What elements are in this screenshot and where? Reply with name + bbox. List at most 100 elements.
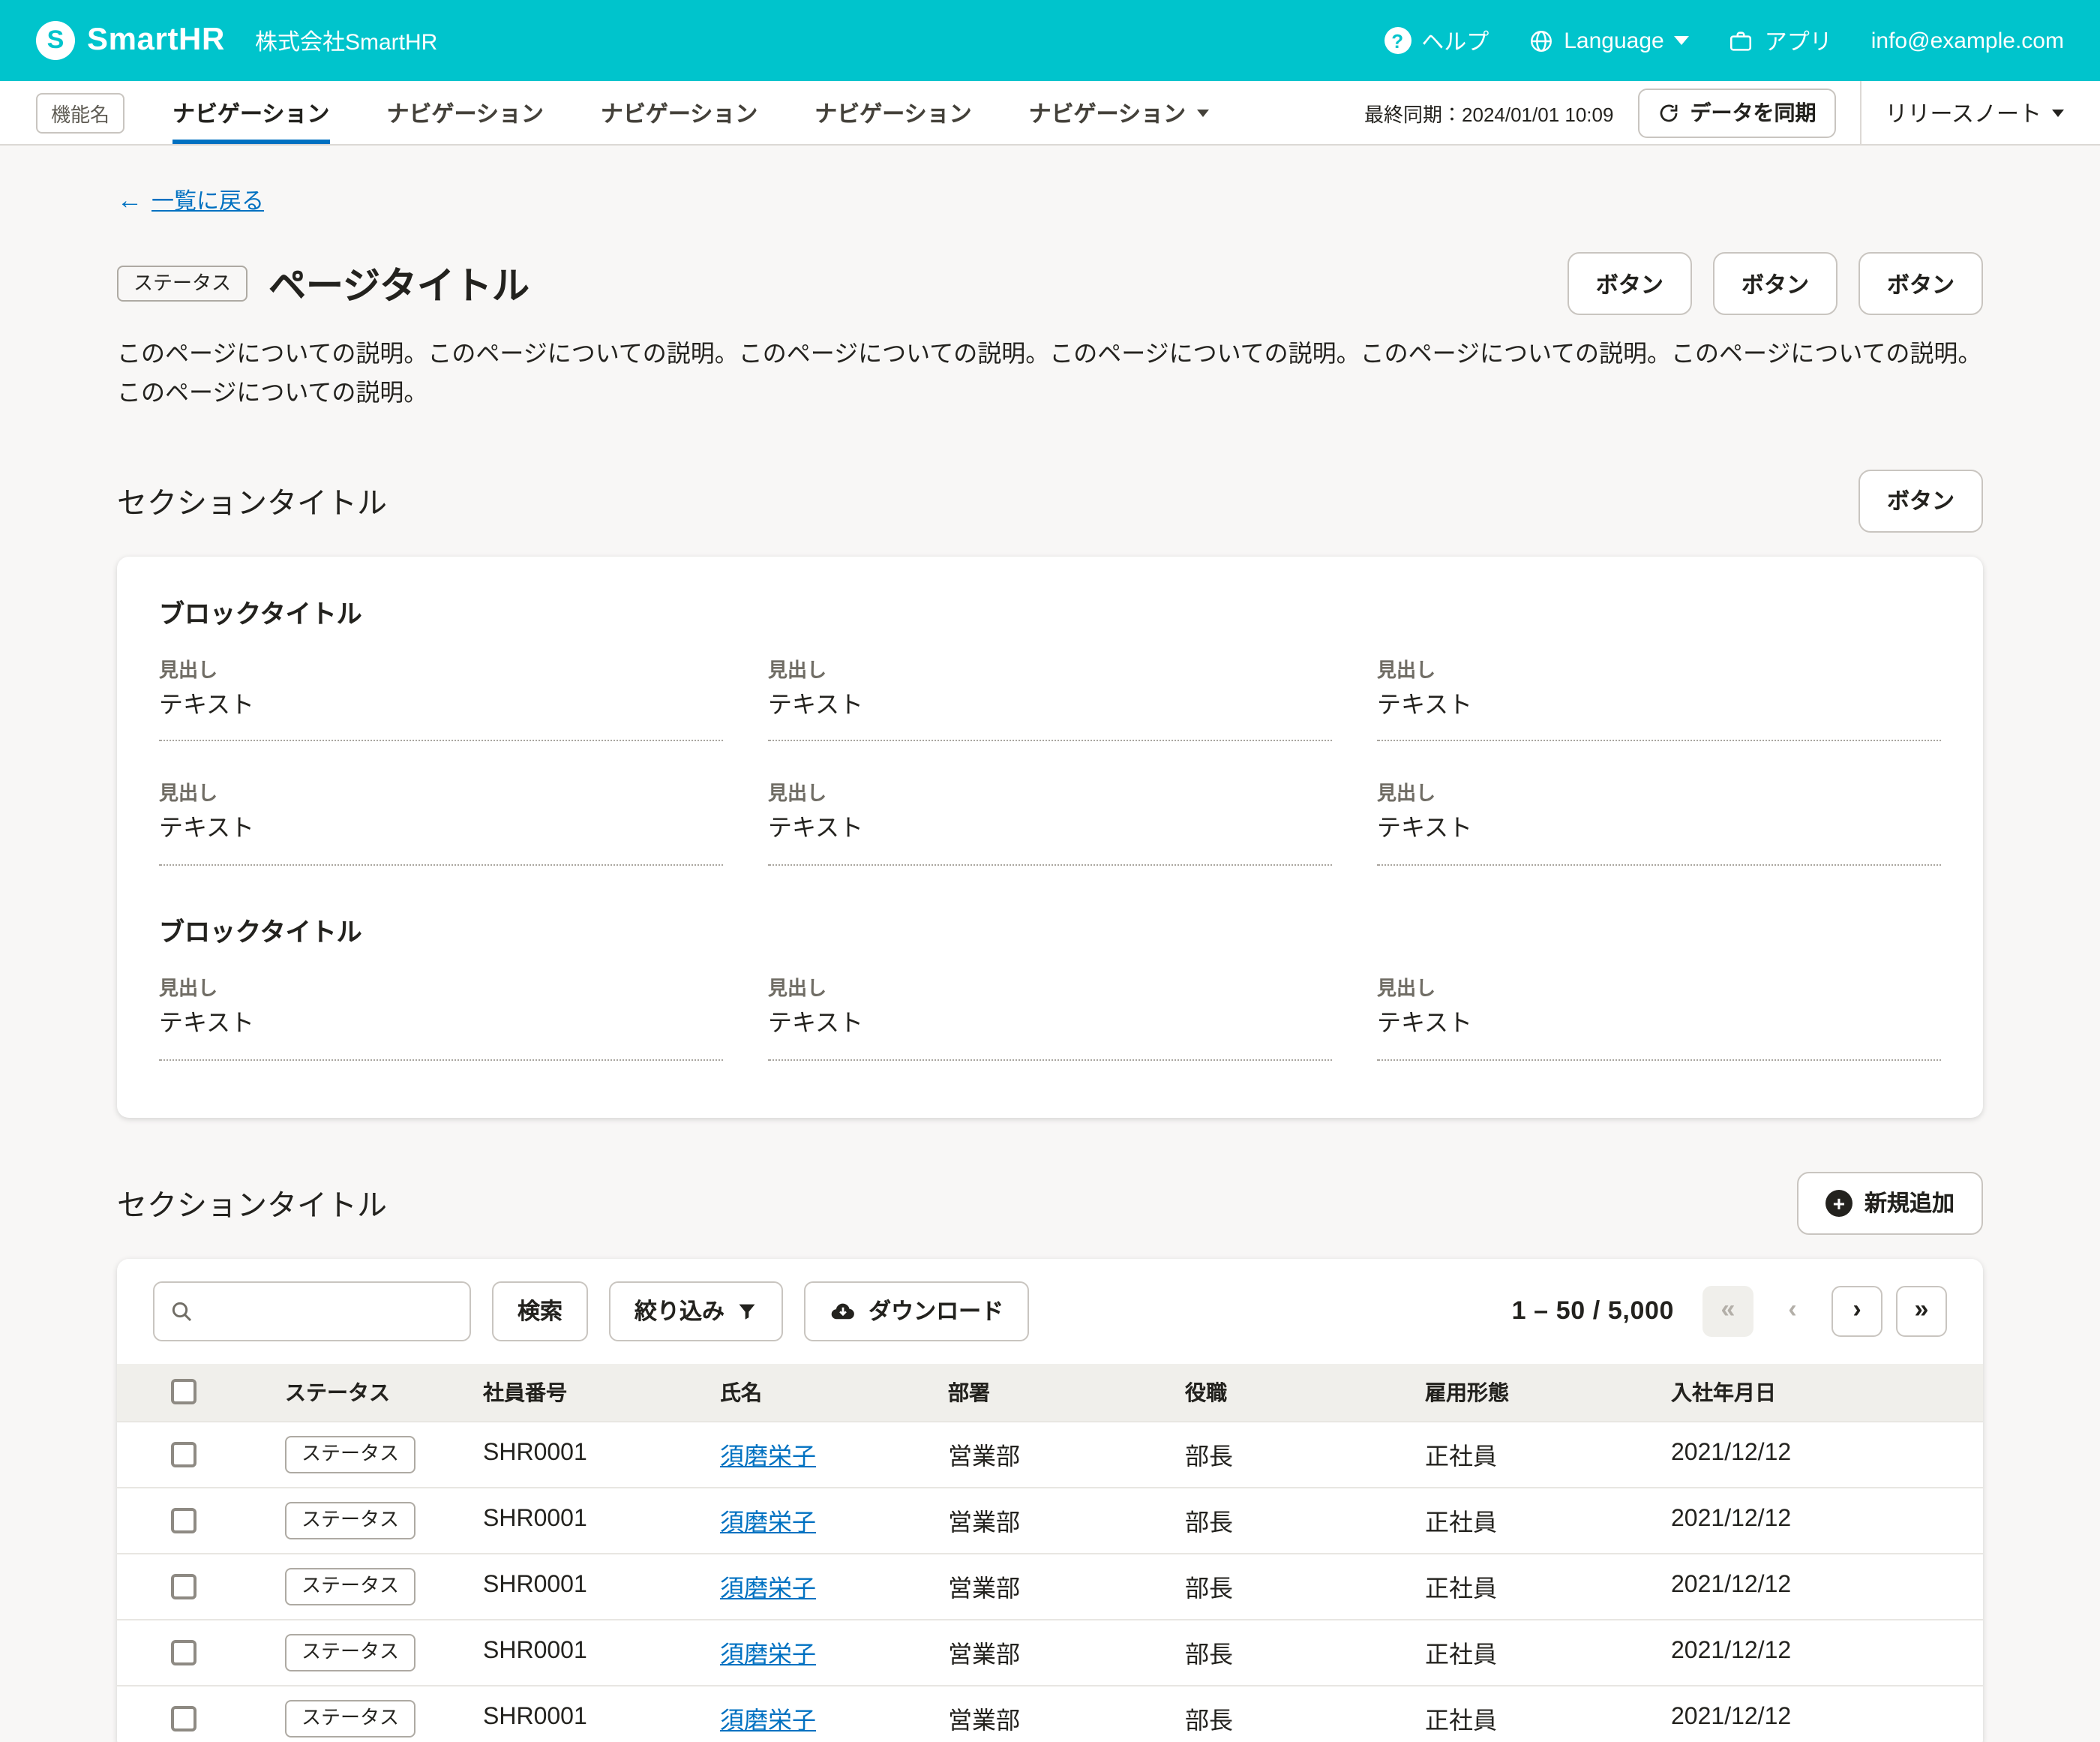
section-header: セクションタイトル ボタン: [117, 470, 1983, 533]
column-header: 役職: [1149, 1377, 1389, 1407]
help-label: ヘルプ: [1421, 25, 1489, 56]
search-icon: [170, 1299, 194, 1323]
definition-term: 見出し: [1377, 654, 1941, 683]
section-button[interactable]: ボタン: [1858, 470, 1983, 533]
app-header: S SmartHR 株式会社SmartHR ? ヘルプ Language: [0, 0, 2100, 81]
pagination-next-button[interactable]: ›: [1832, 1285, 1882, 1336]
status-badge: ステータス: [285, 1567, 416, 1605]
select-all-checkbox[interactable]: [170, 1379, 196, 1404]
status-badge: ステータス: [285, 1501, 416, 1539]
nav-item-label: ナビゲーション: [814, 97, 971, 128]
feature-badge: 機能名: [36, 92, 124, 133]
definition-grid: 見出し テキスト 見出し テキスト 見出し テキスト 見出し テキスト 見出し: [159, 654, 1941, 902]
employee-name-link[interactable]: 須磨栄子: [720, 1709, 816, 1734]
section-header: セクションタイトル + 新規追加: [117, 1171, 1983, 1234]
search-button[interactable]: 検索: [492, 1281, 588, 1341]
language-menu[interactable]: Language: [1528, 28, 1690, 53]
download-button[interactable]: ダウンロード: [804, 1281, 1029, 1341]
nav-item[interactable]: ナビゲーション: [386, 81, 543, 144]
back-arrow-icon: ←: [117, 188, 142, 213]
row-checkbox[interactable]: [170, 1441, 196, 1467]
department-cell: 営業部: [912, 1436, 1149, 1472]
page-action-button[interactable]: ボタン: [1568, 252, 1692, 315]
employment-type-cell: 正社員: [1389, 1568, 1635, 1604]
status-badge: ステータス: [285, 1699, 416, 1737]
department-cell: 営業部: [912, 1634, 1149, 1670]
info-card: ブロックタイトル 見出し テキスト 見出し テキスト 見出し テキスト 見出し …: [117, 557, 1983, 1118]
header-actions: ? ヘルプ Language アプリ: [1384, 25, 2064, 56]
account-email[interactable]: info@example.com: [1871, 28, 2064, 53]
page-action-button[interactable]: ボタン: [1713, 252, 1838, 315]
hire-date-cell: 2021/12/12: [1635, 1638, 1983, 1665]
definition-description: テキスト: [159, 1008, 723, 1060]
pagination: 1 – 50 / 5,000 « ‹ › »: [1512, 1285, 1947, 1336]
nav-item[interactable]: ナビゲーション: [814, 81, 971, 144]
refresh-icon: [1657, 101, 1679, 124]
block-title: ブロックタイトル: [159, 911, 1941, 948]
filter-button[interactable]: 絞り込み: [609, 1281, 783, 1341]
table-row: ステータス SHR0001 須磨栄子 営業部 部長 正社員 2021/12/12: [117, 1420, 1983, 1486]
chevron-down-icon: [1196, 109, 1208, 116]
employee-name-link[interactable]: 須磨栄子: [720, 1511, 816, 1536]
nav-item[interactable]: ナビゲーション: [601, 81, 758, 144]
chevron-down-icon: [1675, 36, 1690, 45]
nav-item[interactable]: ナビゲーション: [172, 81, 329, 144]
nav-right: 最終同期：2024/01/01 10:09 データを同期 リリースノート: [1364, 81, 2064, 144]
position-cell: 部長: [1149, 1700, 1389, 1736]
cloud-download-icon: [830, 1297, 856, 1324]
employee-id-cell: SHR0001: [447, 1572, 684, 1599]
nav-item-dropdown[interactable]: ナビゲーション: [1029, 81, 1208, 144]
page-description: このページについての説明。このページについての説明。このページについての説明。こ…: [117, 336, 1983, 416]
table-toolbar: 検索 絞り込み: [117, 1258, 1983, 1363]
release-notes-link[interactable]: リリースノート: [1885, 97, 2064, 128]
add-new-button[interactable]: + 新規追加: [1797, 1171, 1983, 1234]
pagination-prev-button[interactable]: ‹: [1767, 1285, 1818, 1336]
definition-description: テキスト: [768, 690, 1332, 742]
table-row: ステータス SHR0001 須磨栄子 営業部 部長 正社員 2021/12/12: [117, 1552, 1983, 1618]
department-cell: 営業部: [912, 1568, 1149, 1604]
employment-type-cell: 正社員: [1389, 1700, 1635, 1736]
employee-name-link[interactable]: 須磨栄子: [720, 1445, 816, 1470]
column-header: 部署: [912, 1377, 1149, 1407]
definition-item: 見出し テキスト: [1377, 654, 1941, 742]
definition-item: 見出し テキスト: [768, 654, 1332, 742]
search-input[interactable]: [153, 1281, 471, 1341]
globe-icon: [1528, 28, 1553, 53]
definition-term: 見出し: [159, 654, 723, 683]
page-action-button[interactable]: ボタン: [1858, 252, 1983, 315]
definition-item: 見出し テキスト: [768, 972, 1332, 1060]
search-button-label: 検索: [518, 1295, 562, 1326]
definition-grid: 見出し テキスト 見出し テキスト 見出し テキスト: [159, 972, 1941, 1096]
apps-link[interactable]: アプリ: [1729, 25, 1832, 56]
employment-type-cell: 正社員: [1389, 1634, 1635, 1670]
employee-name-link[interactable]: 須磨栄子: [720, 1643, 816, 1668]
hire-date-cell: 2021/12/12: [1635, 1506, 1983, 1533]
row-checkbox[interactable]: [170, 1705, 196, 1731]
column-header: 雇用形態: [1389, 1377, 1635, 1407]
definition-item: 見出し テキスト: [159, 654, 723, 742]
definition-term: 見出し: [768, 654, 1332, 683]
back-link[interactable]: ← 一覧に戻る: [117, 185, 264, 216]
row-checkbox[interactable]: [170, 1573, 196, 1599]
filter-funnel-icon: [736, 1300, 758, 1321]
toolbar-left: 検索 絞り込み: [153, 1281, 1029, 1341]
help-link[interactable]: ? ヘルプ: [1384, 25, 1489, 56]
department-cell: 営業部: [912, 1502, 1149, 1538]
column-header: 入社年月日: [1635, 1377, 1983, 1407]
table-card: 検索 絞り込み: [117, 1258, 1983, 1742]
row-checkbox[interactable]: [170, 1639, 196, 1665]
brand-wordmark: SmartHR: [87, 23, 225, 59]
account-email-label: info@example.com: [1871, 28, 2064, 53]
release-notes-label: リリースノート: [1885, 97, 2042, 128]
smarthr-logo-icon: S: [36, 21, 75, 60]
position-cell: 部長: [1149, 1502, 1389, 1538]
definition-description: テキスト: [768, 1008, 1332, 1060]
sync-data-label: データを同期: [1690, 98, 1816, 128]
row-checkbox[interactable]: [170, 1507, 196, 1533]
definition-description: テキスト: [1377, 814, 1941, 866]
sync-data-button[interactable]: データを同期: [1637, 88, 1835, 137]
employee-name-link[interactable]: 須磨栄子: [720, 1577, 816, 1602]
help-icon: ?: [1384, 27, 1411, 54]
pagination-first-button[interactable]: «: [1702, 1285, 1754, 1336]
pagination-last-button[interactable]: »: [1896, 1285, 1947, 1336]
